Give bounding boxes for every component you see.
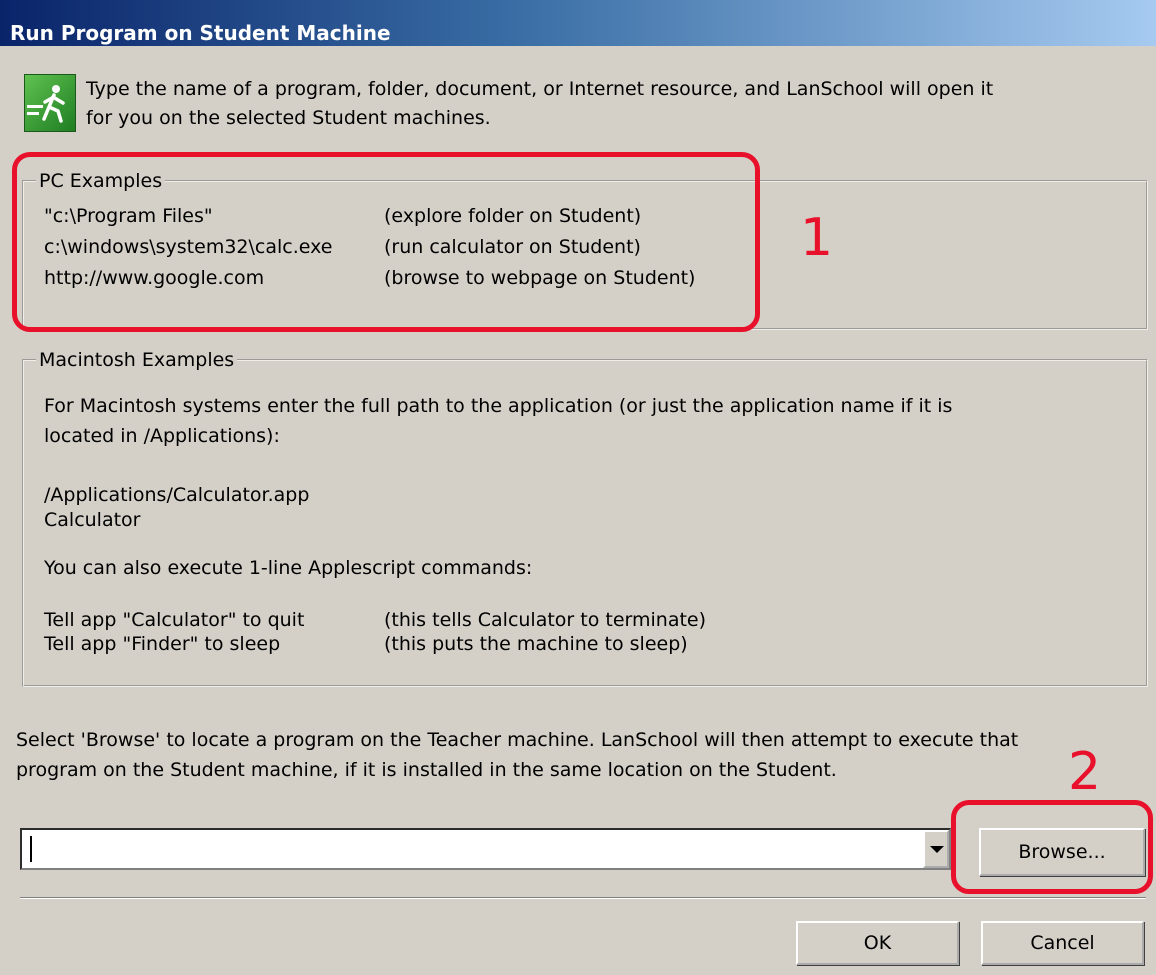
annotation-number: 1 xyxy=(800,208,834,268)
ok-button[interactable]: OK xyxy=(796,921,959,965)
window-title: Run Program on Student Machine xyxy=(10,21,391,45)
mac-examples-legend: Macintosh Examples xyxy=(39,349,235,371)
mac-path-example: Calculator xyxy=(44,509,141,531)
annotation-highlight-box xyxy=(951,800,1153,894)
text-caret xyxy=(30,836,32,862)
applescript-note: You can also execute 1-line Applescript … xyxy=(44,557,533,579)
dropdown-button[interactable] xyxy=(923,830,949,868)
cancel-button[interactable]: Cancel xyxy=(981,921,1144,965)
chevron-down-icon xyxy=(930,846,944,853)
intro-text: Type the name of a program, folder, docu… xyxy=(86,78,994,129)
run-program-icon xyxy=(24,74,76,132)
title-bar[interactable]: Run Program on Student Machine xyxy=(0,0,1156,46)
mac-description: For Macintosh systems enter the full pat… xyxy=(44,395,953,447)
applescript-command: Tell app "Finder" to sleep xyxy=(44,633,281,655)
browse-instructions: Select 'Browse' to locate a program on t… xyxy=(16,729,1019,781)
program-combobox[interactable] xyxy=(20,828,951,870)
program-input[interactable] xyxy=(26,833,906,865)
annotation-number: 2 xyxy=(1068,742,1102,802)
annotation-highlight-box xyxy=(12,152,760,332)
applescript-description: (this puts the machine to sleep) xyxy=(384,633,688,655)
separator xyxy=(20,897,1146,899)
